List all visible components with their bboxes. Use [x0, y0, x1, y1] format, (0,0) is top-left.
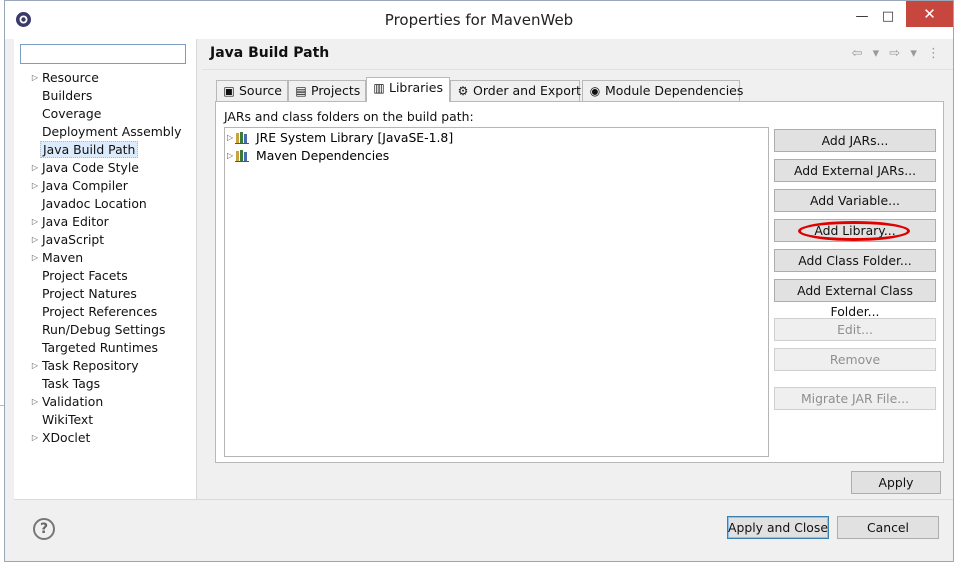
- library-icon: [235, 132, 249, 144]
- cancel-button[interactable]: Cancel: [837, 516, 939, 539]
- build-path-label: JARs and class folders on the build path…: [224, 109, 474, 124]
- apply-button[interactable]: Apply: [851, 471, 941, 494]
- maximize-button[interactable]: □: [875, 7, 901, 27]
- add-external-jars-button[interactable]: Add External JARs...: [774, 159, 936, 182]
- tree-item-task-repository[interactable]: ▷ Task Repository: [30, 357, 196, 375]
- tree-item-deployment-assembly[interactable]: Deployment Assembly: [30, 123, 196, 141]
- help-icon[interactable]: ?: [33, 518, 55, 540]
- filter-input[interactable]: [20, 44, 186, 64]
- apply-and-close-button[interactable]: Apply and Close: [727, 516, 829, 539]
- tab-libraries[interactable]: ▥ Libraries: [366, 77, 450, 102]
- add-variable-button[interactable]: Add Variable...: [774, 189, 936, 212]
- dialog-button-bar: ? Apply and Close Cancel: [14, 499, 953, 561]
- page-content: Java Build Path ⇦ ▾ ⇨ ▾ ⋮ ▣ Source ▤ Proje…: [198, 39, 953, 499]
- tree-item-java-compiler[interactable]: ▷ Java Compiler: [30, 177, 196, 195]
- add-library-button[interactable]: Add Library...: [774, 219, 936, 242]
- add-library-label: Add Library...: [814, 223, 896, 238]
- tree-item-xdoclet[interactable]: ▷ XDoclet: [30, 429, 196, 447]
- close-window-button[interactable]: ✕: [906, 1, 953, 27]
- expand-arrow-icon[interactable]: ▷: [30, 393, 40, 411]
- tree-item-targeted-runtimes[interactable]: Targeted Runtimes: [30, 339, 196, 357]
- tree-item-wikitext[interactable]: WikiText: [30, 411, 196, 429]
- expand-arrow-icon[interactable]: ▷: [30, 231, 40, 249]
- expand-arrow-icon[interactable]: ▷: [30, 249, 40, 267]
- tree-item-project-natures[interactable]: Project Natures: [30, 285, 196, 303]
- title-bar: Properties for MavenWeb — □ ✕: [5, 1, 953, 39]
- property-page-tree: ▷ Resource Builders Coverage Deployment A…: [30, 69, 196, 447]
- tree-item-project-references[interactable]: Project References: [30, 303, 196, 321]
- expand-arrow-icon[interactable]: ▷: [30, 69, 40, 87]
- tree-item-project-facets[interactable]: Project Facets: [30, 267, 196, 285]
- order-export-icon: ⚙: [457, 84, 469, 98]
- projects-icon: ▤: [295, 84, 307, 98]
- window-title: Properties for MavenWeb: [384, 11, 574, 29]
- sidebar: ▷ Resource Builders Coverage Deployment A…: [14, 39, 197, 499]
- expand-arrow-icon[interactable]: ▷: [30, 429, 40, 447]
- library-icon: [235, 150, 249, 162]
- expand-arrow-icon[interactable]: ▷: [30, 177, 40, 195]
- tree-item-javascript[interactable]: ▷ JavaScript: [30, 231, 196, 249]
- library-entry[interactable]: ▷ Maven Dependencies: [225, 147, 768, 165]
- add-jars-button[interactable]: Add JARs...: [774, 129, 936, 152]
- tab-module-dependencies[interactable]: ◉ Module Dependencies: [582, 80, 743, 101]
- tree-item-coverage[interactable]: Coverage: [30, 105, 196, 123]
- tree-item-task-tags[interactable]: Task Tags: [30, 375, 196, 393]
- minimize-button[interactable]: —: [849, 7, 875, 27]
- title-divider: [202, 69, 953, 70]
- properties-dialog: Properties for MavenWeb — □ ✕ ▷ Resource …: [4, 0, 954, 562]
- tree-item-builders[interactable]: Builders: [30, 87, 196, 105]
- expand-arrow-icon[interactable]: ▷: [227, 147, 233, 165]
- library-entry[interactable]: ▷ JRE System Library [JavaSE-1.8]: [225, 129, 768, 147]
- migrate-jar-button[interactable]: Migrate JAR File...: [774, 387, 936, 410]
- edit-button[interactable]: Edit...: [774, 318, 936, 341]
- page-title: Java Build Path: [210, 45, 330, 61]
- tree-item-maven[interactable]: ▷ Maven: [30, 249, 196, 267]
- expand-arrow-icon[interactable]: ▷: [30, 357, 40, 375]
- module-icon: ◉: [589, 84, 601, 98]
- tree-item-javadoc-location[interactable]: Javadoc Location: [30, 195, 196, 213]
- tree-item-java-editor[interactable]: ▷ Java Editor: [30, 213, 196, 231]
- remove-button[interactable]: Remove: [774, 348, 936, 371]
- expand-arrow-icon[interactable]: ▷: [30, 213, 40, 231]
- tree-item-validation[interactable]: ▷ Validation: [30, 393, 196, 411]
- expand-arrow-icon[interactable]: ▷: [227, 129, 233, 147]
- tab-order-and-export[interactable]: ⚙ Order and Export: [450, 80, 581, 101]
- tree-item-java-code-style[interactable]: ▷ Java Code Style: [30, 159, 196, 177]
- source-folder-icon: ▣: [223, 84, 235, 98]
- add-external-class-folder-button[interactable]: Add External Class Folder...: [774, 279, 936, 319]
- tab-source[interactable]: ▣ Source: [216, 80, 288, 101]
- libraries-icon: ▥: [373, 81, 385, 95]
- tab-projects[interactable]: ▤ Projects: [288, 80, 366, 101]
- tree-item-resource[interactable]: ▷ Resource: [30, 69, 196, 87]
- library-tree[interactable]: ▷ JRE System Library [JavaSE-1.8] ▷ Mave…: [224, 127, 769, 457]
- expand-arrow-icon[interactable]: ▷: [30, 159, 40, 177]
- libraries-tab-panel: JARs and class folders on the build path…: [215, 101, 944, 463]
- tree-item-java-build-path[interactable]: Java Build Path: [30, 141, 196, 159]
- history-navigation-icons[interactable]: ⇦ ▾ ⇨ ▾ ⋮: [852, 46, 943, 61]
- add-class-folder-button[interactable]: Add Class Folder...: [774, 249, 936, 272]
- tree-item-run-debug-settings[interactable]: Run/Debug Settings: [30, 321, 196, 339]
